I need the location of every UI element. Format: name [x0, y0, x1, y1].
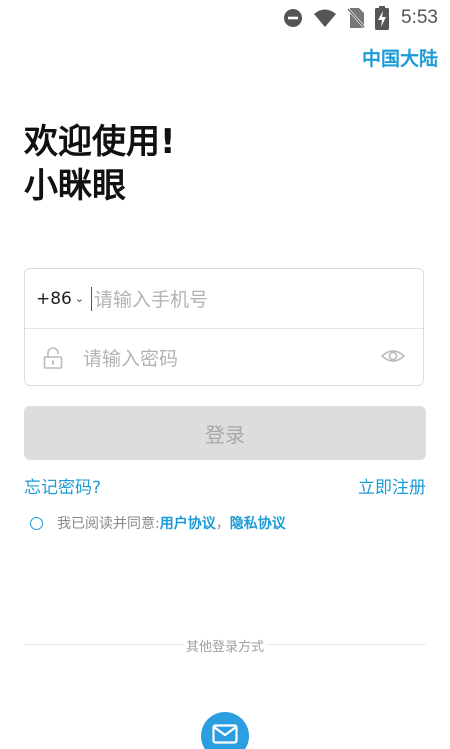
login-form: +86 ⌄ 请输入手机号 请输入密码: [24, 268, 424, 386]
do-not-disturb-icon: [283, 8, 303, 28]
welcome-line-1: 欢迎使用!: [24, 122, 176, 162]
welcome-line-2: 小眯眼: [24, 166, 126, 206]
phone-input[interactable]: 请输入手机号: [91, 285, 208, 312]
email-icon: [212, 724, 238, 748]
country-code-value: +86: [36, 288, 72, 309]
email-login-button[interactable]: [201, 712, 249, 749]
agreement-prefix: 我已阅读并同意:: [57, 516, 160, 532]
other-login-text: 其他登录方式: [183, 640, 266, 655]
lock-icon: [43, 346, 63, 369]
region-selector[interactable]: 中国大陆: [362, 44, 438, 71]
battery-charging-icon: [375, 6, 390, 30]
wifi-icon: [313, 8, 337, 28]
password-row[interactable]: 请输入密码: [25, 328, 423, 387]
eye-icon[interactable]: [380, 346, 406, 370]
privacy-agreement-link[interactable]: 隐私协议: [230, 513, 286, 533]
forgot-password-link[interactable]: 忘记密码?: [24, 473, 101, 498]
login-screen: 5:53 中国大陆 欢迎使用! 小眯眼 +86 ⌄ 请输入手机号 请输入密码 登…: [0, 0, 450, 749]
phone-placeholder: 请输入手机号: [94, 289, 209, 311]
register-link[interactable]: 立即注册: [358, 473, 426, 498]
other-login-label: 其他登录方式: [0, 636, 450, 655]
no-sim-icon: [347, 7, 365, 29]
country-code-selector[interactable]: +86 ⌄: [36, 289, 88, 309]
user-agreement-link[interactable]: 用户协议: [160, 513, 216, 533]
chevron-down-icon: ⌄: [74, 292, 85, 305]
status-time: 5:53: [401, 7, 438, 28]
phone-row: +86 ⌄ 请输入手机号: [25, 269, 423, 329]
agreement-radio[interactable]: [30, 516, 43, 530]
status-bar: 5:53: [0, 0, 450, 36]
text-cursor: [91, 286, 92, 311]
welcome-title: 欢迎使用! 小眯眼: [24, 120, 176, 208]
agreement-row: 我已阅读并同意: 用户协议 ， 隐私协议: [30, 513, 286, 533]
password-placeholder: 请输入密码: [83, 348, 179, 370]
agreement-separator: ，: [215, 516, 230, 532]
login-button[interactable]: 登录: [24, 406, 426, 460]
